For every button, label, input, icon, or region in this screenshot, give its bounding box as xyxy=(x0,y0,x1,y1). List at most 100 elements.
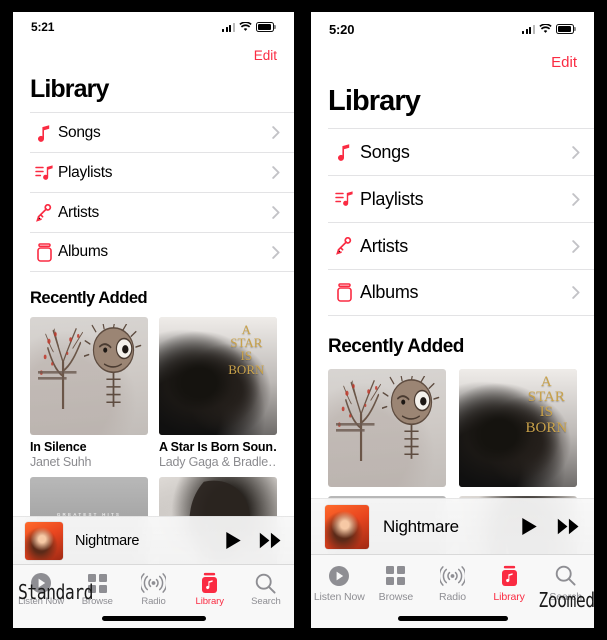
screen-zoomed: 5:20 Edit Library Songs Playlists Artists Albu… xyxy=(311,12,594,628)
edit-row: Edit xyxy=(13,42,294,63)
now-playing-artwork xyxy=(325,504,369,549)
library-row-songs[interactable]: Songs xyxy=(328,128,594,175)
tab-label: Library xyxy=(195,596,224,607)
album-stack-icon xyxy=(328,283,360,302)
chevron-right-icon xyxy=(272,245,280,259)
library-row-songs[interactable]: Songs xyxy=(30,112,294,152)
home-indicator[interactable] xyxy=(397,616,508,621)
playlist-note-icon xyxy=(328,190,360,208)
korean-title-text xyxy=(336,420,391,445)
tab-radio[interactable]: Radio xyxy=(424,563,481,603)
radio-waves-icon xyxy=(439,563,465,588)
phone-standard: 5:21 Edit Library Songs Playlists Artists Albu… xyxy=(13,12,294,628)
monster-illustration xyxy=(83,321,143,416)
now-playing-track: Nightmare xyxy=(383,516,459,536)
library-list: Songs Playlists Artists Albums xyxy=(13,112,294,272)
music-note-icon xyxy=(328,143,360,161)
chevron-right-icon xyxy=(272,206,280,219)
tab-listen-now[interactable]: Listen Now xyxy=(311,563,368,603)
status-bar: 5:20 xyxy=(311,12,594,46)
status-bar: 5:21 xyxy=(13,12,294,42)
library-row-label: Artists xyxy=(360,235,408,256)
library-row-label: Albums xyxy=(58,243,108,260)
tab-library[interactable]: Library xyxy=(481,563,538,603)
library-row-playlists[interactable]: Playlists xyxy=(328,175,594,222)
home-indicator[interactable] xyxy=(101,616,206,621)
status-time: 5:21 xyxy=(31,20,55,34)
chevron-right-icon xyxy=(272,126,280,139)
album-artwork-star: A STAR IS BORN xyxy=(459,369,577,487)
album-title: In Silence xyxy=(30,440,87,454)
album-cell[interactable]: A STAR IS BORN A Star Is Born Soun… Lady Gaga… xyxy=(159,317,277,469)
now-playing-bar[interactable]: Nightmare xyxy=(13,516,294,564)
library-row-artists[interactable]: Artists xyxy=(30,192,294,232)
now-playing-artwork xyxy=(25,521,63,560)
recently-added-title: Recently Added xyxy=(328,336,464,357)
edit-button[interactable]: Edit xyxy=(254,48,277,63)
tree-illustration xyxy=(37,322,91,411)
library-row-label: Songs xyxy=(360,141,410,162)
play-circle-icon xyxy=(328,563,350,588)
library-row-artists[interactable]: Artists xyxy=(328,222,594,269)
library-row-label: Artists xyxy=(58,203,99,221)
playback-controls xyxy=(225,531,282,550)
search-icon xyxy=(555,563,576,588)
album-artist: Lady Gaga & Bradle… xyxy=(159,455,277,469)
page-title: Library xyxy=(328,85,421,117)
album-stack-icon xyxy=(30,242,58,262)
battery-icon xyxy=(556,24,576,34)
library-row-playlists[interactable]: Playlists xyxy=(30,152,294,192)
tab-label: Radio xyxy=(439,591,466,603)
playback-controls xyxy=(521,517,580,536)
cellular-bars-icon xyxy=(221,22,235,32)
fast-forward-icon[interactable] xyxy=(259,532,282,549)
album-title: A Star Is Born Soun… xyxy=(159,440,277,454)
play-icon[interactable] xyxy=(521,517,538,536)
tab-label: Radio xyxy=(141,596,166,607)
star-is-born-title: A STAR IS BORN xyxy=(228,321,265,377)
phone-zoomed: 5:20 Edit Library Songs Playlists Artists Albu… xyxy=(311,12,594,628)
tree-illustration xyxy=(335,374,389,463)
battery-icon xyxy=(256,22,276,32)
library-row-albums[interactable]: Albums xyxy=(30,232,294,272)
tab-search[interactable]: Search xyxy=(238,572,294,607)
tab-library[interactable]: Library xyxy=(182,572,238,607)
library-row-albums[interactable]: Albums xyxy=(328,269,594,316)
grid-squares-icon xyxy=(385,563,406,588)
album-cell[interactable]: In Silence Janet Suhh xyxy=(30,317,148,469)
play-icon[interactable] xyxy=(225,531,242,550)
comparison-screenshot: 5:21 Edit Library Songs Playlists Artists Albu… xyxy=(0,0,607,640)
tab-label: Library xyxy=(493,591,525,603)
album-stack-icon xyxy=(201,572,218,594)
tab-label: Browse xyxy=(378,591,414,603)
fast-forward-icon[interactable] xyxy=(557,518,580,535)
album-grid: In Silence Janet Suhh A STAR IS BORN A Star Is… xyxy=(13,317,294,469)
album-artist: Janet Suhh xyxy=(30,455,92,469)
album-artwork-star: A STAR IS BORN xyxy=(159,317,277,435)
album-cell[interactable]: A STAR IS BORN xyxy=(459,369,577,487)
radio-waves-icon xyxy=(141,572,166,594)
tab-label: Search xyxy=(251,596,281,607)
chevron-right-icon xyxy=(272,166,280,179)
library-row-label: Songs xyxy=(58,123,101,141)
caption-zoomed: Zoomed xyxy=(538,588,596,612)
library-row-label: Playlists xyxy=(360,188,424,209)
status-indicators xyxy=(521,24,576,34)
tab-browse[interactable]: Browse xyxy=(368,563,425,603)
chevron-right-icon xyxy=(572,192,580,206)
korean-title-text xyxy=(38,368,93,393)
album-cell[interactable] xyxy=(328,369,446,487)
status-indicators xyxy=(221,22,276,32)
chevron-right-icon xyxy=(572,286,580,299)
chevron-right-icon xyxy=(572,239,580,253)
chevron-right-icon xyxy=(572,145,580,159)
edit-button[interactable]: Edit xyxy=(551,54,577,71)
monster-illustration xyxy=(381,373,441,468)
playlist-note-icon xyxy=(30,164,58,182)
wifi-icon xyxy=(539,24,552,34)
tab-radio[interactable]: Radio xyxy=(125,572,181,607)
microphone-icon xyxy=(30,203,58,222)
edit-row: Edit xyxy=(311,46,594,71)
now-playing-bar[interactable]: Nightmare xyxy=(311,498,594,554)
page-title: Library xyxy=(30,75,109,103)
